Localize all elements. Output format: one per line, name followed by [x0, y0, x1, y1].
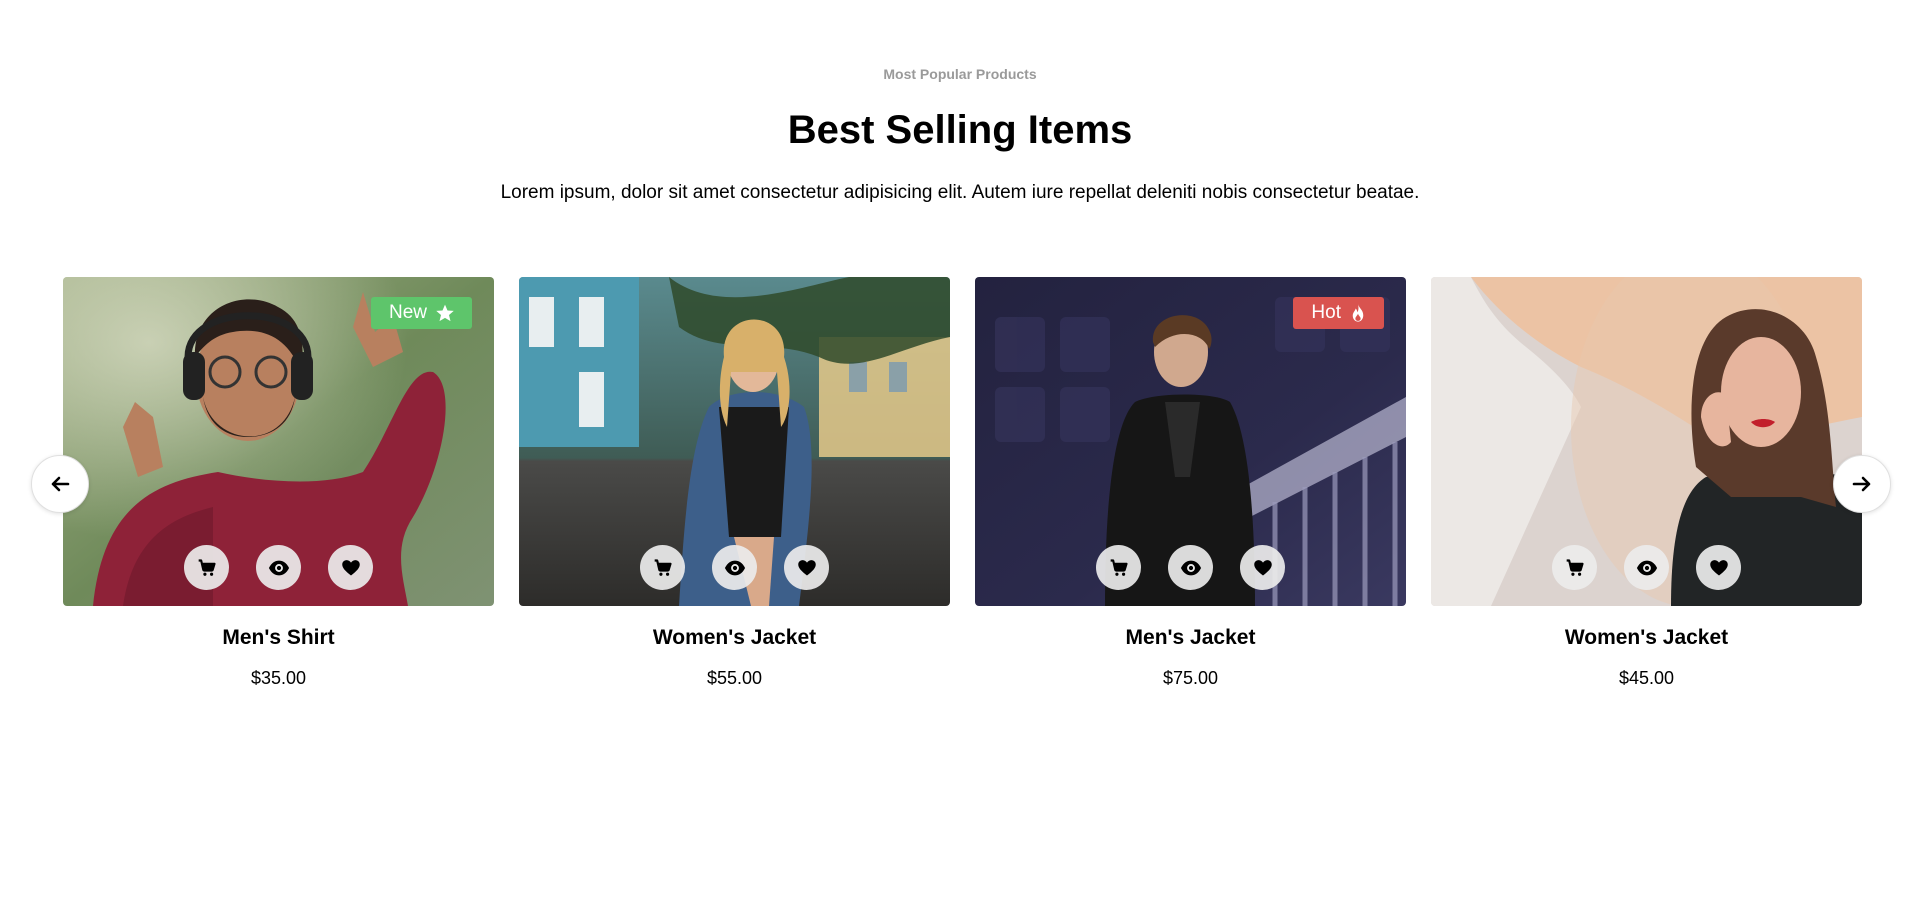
- wishlist-button[interactable]: [784, 545, 829, 590]
- product-image[interactable]: New: [63, 277, 494, 606]
- product-image[interactable]: Hot: [975, 277, 1406, 606]
- star-icon: [436, 304, 454, 322]
- product-name[interactable]: Men's Jacket: [975, 624, 1406, 652]
- wishlist-button[interactable]: [1696, 545, 1741, 590]
- product-card-mens-shirt[interactable]: New Men's Shirt $35.00: [63, 277, 494, 690]
- product-price: $35.00: [250, 668, 307, 688]
- section-title: Best Selling Items: [787, 108, 1133, 152]
- best-selling-section: Most Popular Products Best Selling Items…: [0, 0, 1920, 913]
- carousel-next-button[interactable]: [1833, 455, 1891, 513]
- product-price: $55.00: [706, 668, 763, 688]
- wishlist-button[interactable]: [1240, 545, 1285, 590]
- cart-icon: [198, 558, 216, 576]
- product-image[interactable]: [1431, 277, 1862, 606]
- product-image[interactable]: [519, 277, 950, 606]
- fire-icon: [1352, 304, 1364, 322]
- cart-icon: [1110, 558, 1128, 576]
- section-description: Lorem ipsum, dolor sit amet consectetur …: [500, 182, 1420, 203]
- product-price: $75.00: [1162, 668, 1219, 688]
- arrow-left-icon: [51, 476, 70, 492]
- eye-icon: [268, 560, 289, 575]
- quick-view-button[interactable]: [712, 545, 757, 590]
- product-name[interactable]: Women's Jacket: [1431, 624, 1862, 652]
- card-actions: [1431, 545, 1862, 590]
- carousel-prev-button[interactable]: [31, 455, 89, 513]
- cart-icon: [654, 558, 672, 576]
- eye-icon: [1636, 560, 1657, 575]
- badge-label: Hot: [1311, 302, 1341, 323]
- cart-icon: [1566, 558, 1584, 576]
- quick-view-button[interactable]: [256, 545, 301, 590]
- add-to-cart-button[interactable]: [640, 545, 685, 590]
- quick-view-button[interactable]: [1624, 545, 1669, 590]
- arrow-right-icon: [1852, 476, 1871, 492]
- heart-icon: [341, 559, 360, 575]
- product-card-womens-jacket-2[interactable]: Women's Jacket $45.00: [1431, 277, 1862, 690]
- card-actions: [63, 545, 494, 590]
- product-price: $45.00: [1618, 668, 1675, 688]
- heart-icon: [1709, 559, 1728, 575]
- wishlist-button[interactable]: [328, 545, 373, 590]
- product-card-mens-jacket[interactable]: Hot Men's Jacket $75.00: [975, 277, 1406, 690]
- add-to-cart-button[interactable]: [1552, 545, 1597, 590]
- add-to-cart-button[interactable]: [1096, 545, 1141, 590]
- product-card-womens-jacket[interactable]: Women's Jacket $55.00: [519, 277, 950, 690]
- card-actions: [519, 545, 950, 590]
- eye-icon: [1180, 560, 1201, 575]
- heart-icon: [797, 559, 816, 575]
- section-eyebrow: Most Popular Products: [883, 66, 1037, 82]
- card-actions: [975, 545, 1406, 590]
- heart-icon: [1253, 559, 1272, 575]
- eye-icon: [724, 560, 745, 575]
- badge-new: New: [370, 297, 472, 329]
- badge-label: New: [388, 302, 427, 323]
- add-to-cart-button[interactable]: [184, 545, 229, 590]
- product-name[interactable]: Women's Jacket: [519, 624, 950, 652]
- product-name[interactable]: Men's Shirt: [63, 624, 494, 652]
- badge-hot: Hot: [1293, 297, 1384, 329]
- quick-view-button[interactable]: [1168, 545, 1213, 590]
